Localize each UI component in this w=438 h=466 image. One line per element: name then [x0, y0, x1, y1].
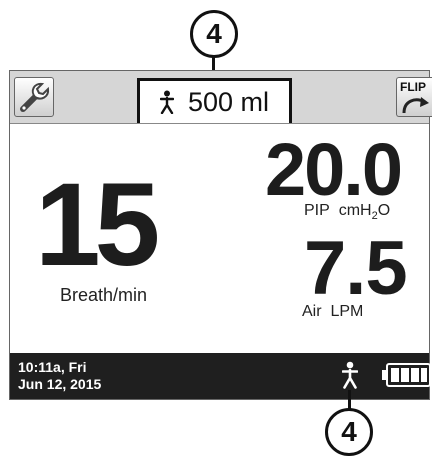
breath-rate-label: Breath/min [60, 285, 148, 305]
device-screen: 500 ml FLIP 15 Breath/min 20.0 PIP cmH2O… [9, 70, 432, 400]
person-icon [159, 90, 174, 114]
status-time-day: 10:11a, Fri [18, 359, 87, 375]
pip-value: 20.0 [265, 128, 403, 211]
flip-button[interactable]: FLIP [396, 77, 432, 117]
pip-unit-main: cmH [338, 202, 372, 219]
callout-bottom: 4 [325, 408, 373, 456]
wrench-icon [20, 82, 50, 112]
air-value: 7.5 [304, 226, 408, 311]
status-datetime: 10:11a, Fri Jun 12, 2015 [18, 359, 101, 393]
status-date: Jun 12, 2015 [18, 376, 102, 392]
person-icon [342, 361, 358, 389]
air-units: Air LPM [302, 303, 363, 321]
settings-button[interactable] [14, 77, 54, 117]
battery-indicator [382, 363, 431, 387]
air-label: Air [302, 303, 322, 320]
callout-top-number: 4 [206, 18, 222, 49]
pip-unit-tail: O [377, 202, 391, 219]
tidal-volume-display[interactable]: 500 ml [137, 78, 292, 123]
battery-full-icon [382, 363, 431, 387]
callout-bottom-number: 4 [341, 416, 357, 447]
status-bar: 10:11a, Fri Jun 12, 2015 [10, 353, 431, 399]
flip-label: FLIP [400, 80, 426, 94]
header-bar: 500 ml FLIP [10, 71, 432, 124]
tidal-volume-value: 500 ml [187, 86, 270, 117]
callout-top: 4 [190, 10, 238, 58]
breath-rate-value: 15 [35, 159, 160, 291]
pip-units: PIP cmH2O [304, 202, 390, 222]
air-unit: LPM [330, 303, 364, 320]
pip-label: PIP [304, 202, 330, 219]
curved-arrow-icon [402, 97, 429, 114]
